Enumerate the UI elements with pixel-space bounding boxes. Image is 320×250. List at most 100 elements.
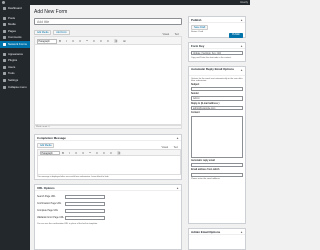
main-content: Add New Form Add title Add Media Add For…	[32, 6, 248, 250]
completion-tab-visual[interactable]: Visual	[162, 146, 168, 149]
collapse-arrow-icon[interactable]: ▲	[240, 43, 243, 49]
toolbar-icons[interactable]: B I ≡ ≡ ❝ ≡ ≡ ≡ ⛓ ⊞	[59, 39, 128, 43]
completion-format-select[interactable]: Paragraph	[39, 150, 60, 156]
sidebar-item-posts[interactable]: Posts	[0, 15, 30, 22]
url-options-title: URL Options ▲	[35, 185, 181, 191]
editor-status: Word count: 0	[34, 125, 182, 129]
completion-tab-text[interactable]: Text	[174, 146, 178, 149]
sidebar-item-appearance[interactable]: Appearance	[0, 51, 30, 58]
completion-toolbar: Paragraph B I ≡ ≡ ❝ ≡ ≡ ≡ ⛓ Visual Text	[37, 146, 181, 156]
users-icon	[2, 65, 6, 69]
url-input[interactable]	[65, 216, 105, 221]
url-label: Confirmation Page URL	[37, 202, 62, 205]
subject-input[interactable]	[191, 86, 243, 92]
sidebar-item-label: Posts	[8, 15, 15, 20]
page-title: Add New Form	[34, 9, 68, 15]
url-note: You can use the confirmation URL in plac…	[37, 223, 98, 225]
admin-bar-howdy[interactable]: Howdy	[240, 1, 248, 4]
url-input[interactable]	[65, 195, 105, 200]
from-email-input[interactable]	[191, 172, 243, 177]
sidebar-item-media[interactable]: Media	[0, 21, 30, 28]
add-form-button[interactable]: Add Form	[53, 30, 70, 35]
completion-title-text: Completion Message	[37, 136, 66, 140]
sidebar-item-collapse[interactable]: Collapse menu	[0, 84, 30, 91]
url-label: Complete Page URL	[37, 209, 59, 212]
sidebar-item-label: Comments	[8, 35, 22, 40]
form-key-title-text: Form Key	[191, 44, 205, 48]
url-row-confirmation: Confirmation Page URL	[37, 202, 181, 207]
editor-body[interactable]	[34, 45, 182, 125]
brush-icon	[2, 52, 6, 56]
sender-label: Sender	[191, 93, 199, 96]
wrench-icon	[2, 72, 6, 76]
auto-reply-title: Automatic Reply Email Options ▲	[189, 67, 245, 76]
editor-toolbar: Visual Text Paragraph B I ≡ ≡ ❝ ≡ ≡ ≡ ⛓ …	[34, 33, 182, 45]
url-row-search: Search Page URL	[37, 195, 181, 200]
sidebar-item-comments[interactable]: Comments	[0, 34, 30, 41]
sidebar-item-plugins[interactable]: Plugins	[0, 57, 30, 64]
collapse-arrow-icon[interactable]: ▲	[240, 229, 243, 235]
sidebar-item-label: Plugins	[8, 58, 18, 63]
content-textarea[interactable]	[191, 115, 243, 158]
completion-toolbar-icons[interactable]: B I ≡ ≡ ❝ ≡ ≡ ≡ ⛓	[62, 151, 123, 155]
auto-reply-title-text: Automatic Reply Email Options	[191, 67, 235, 71]
url-label: Validation Error Page URL	[37, 216, 64, 219]
completion-editor-body[interactable]	[37, 155, 181, 175]
sidebar-item-network-forms[interactable]: Network Forms	[0, 40, 30, 48]
collapse-arrow-icon[interactable]: ▲	[176, 135, 179, 141]
publish-status: Status: Draft	[191, 31, 204, 33]
tab-visual[interactable]: Visual	[163, 33, 169, 36]
url-input[interactable]	[65, 209, 105, 214]
completion-add-media-button[interactable]: Add Media	[37, 143, 55, 148]
settings-icon	[2, 78, 6, 82]
url-options-box: URL Options ▲ Search Page URL Confirmatio…	[34, 184, 182, 250]
auto-reply-note: Please enter the email address.	[191, 178, 221, 181]
reply-to-label: Reply-to (E-mail address )	[191, 102, 220, 105]
url-label: Search Page URL	[37, 195, 56, 198]
collapse-arrow-icon[interactable]: ▲	[176, 185, 179, 191]
completion-message-box: Completion Message ▲ Add Media Paragraph …	[34, 134, 182, 180]
save-draft-button[interactable]: Save Draft	[191, 25, 209, 30]
sidebar-item-users[interactable]: Users	[0, 64, 30, 71]
media-buttons: Add Media Add Form	[34, 30, 184, 35]
subject-label: Subject	[191, 83, 200, 86]
pushpin-icon	[2, 16, 6, 20]
sidebar-item-label: Dashboard	[8, 6, 22, 10]
form-key-title: Form Key ▲	[189, 43, 245, 49]
admin-sidebar: Dashboard Posts Media Pages Comments Net…	[0, 5, 30, 250]
sidebar-item-tools[interactable]: Tools	[0, 70, 30, 77]
sidebar-item-settings[interactable]: Settings	[0, 77, 30, 84]
url-options-title-text: URL Options	[37, 186, 55, 190]
title-input[interactable]: Add title	[34, 18, 182, 25]
wordpress-logo-icon[interactable]	[2, 1, 5, 4]
auto-reply-email-label: Automatic reply email	[191, 159, 215, 162]
form-key-shortcode[interactable]: Update | Settings: Key: 404	[191, 51, 243, 56]
format-select[interactable]: Paragraph	[36, 39, 57, 44]
admin-email-title-text: Admin Email Options	[191, 230, 221, 234]
add-media-button[interactable]: Add Media	[34, 30, 52, 35]
publish-button[interactable]: Publish	[229, 33, 243, 38]
sidebar-item-label: Appearance	[8, 51, 24, 56]
tab-text[interactable]: Text	[175, 33, 179, 36]
sidebar-item-dashboard[interactable]: Dashboard	[0, 5, 30, 12]
admin-email-box: Admin Email Options ▲	[188, 228, 246, 250]
form-key-box: Form Key ▲ Update | Settings: Key: 404 Co…	[188, 42, 246, 62]
collapse-icon	[2, 85, 6, 89]
completion-title: Completion Message ▲	[35, 135, 181, 141]
collapse-arrow-icon[interactable]: ▲	[240, 17, 243, 23]
content-label: Content	[191, 112, 200, 115]
sidebar-item-pages[interactable]: Pages	[0, 28, 30, 35]
publish-title: Publish ▲	[189, 17, 245, 23]
publish-title-text: Publish	[191, 18, 202, 22]
url-input[interactable]	[65, 202, 105, 207]
sidebar-item-label: Pages	[8, 28, 16, 33]
sidebar-item-label: Collapse menu	[8, 84, 27, 89]
sender-input[interactable]: Admin	[191, 96, 243, 101]
comment-icon	[2, 36, 6, 40]
reply-to-input[interactable]: admin@example.com	[191, 106, 243, 111]
from-email-label: Email address from which	[191, 169, 220, 172]
collapse-arrow-icon[interactable]: ▲	[240, 67, 243, 73]
sidebar-item-label: Network Forms	[8, 41, 27, 46]
form-key-note: Copy and Paste this shortcode in the con…	[191, 56, 232, 59]
auto-reply-email-input[interactable]	[191, 163, 243, 168]
